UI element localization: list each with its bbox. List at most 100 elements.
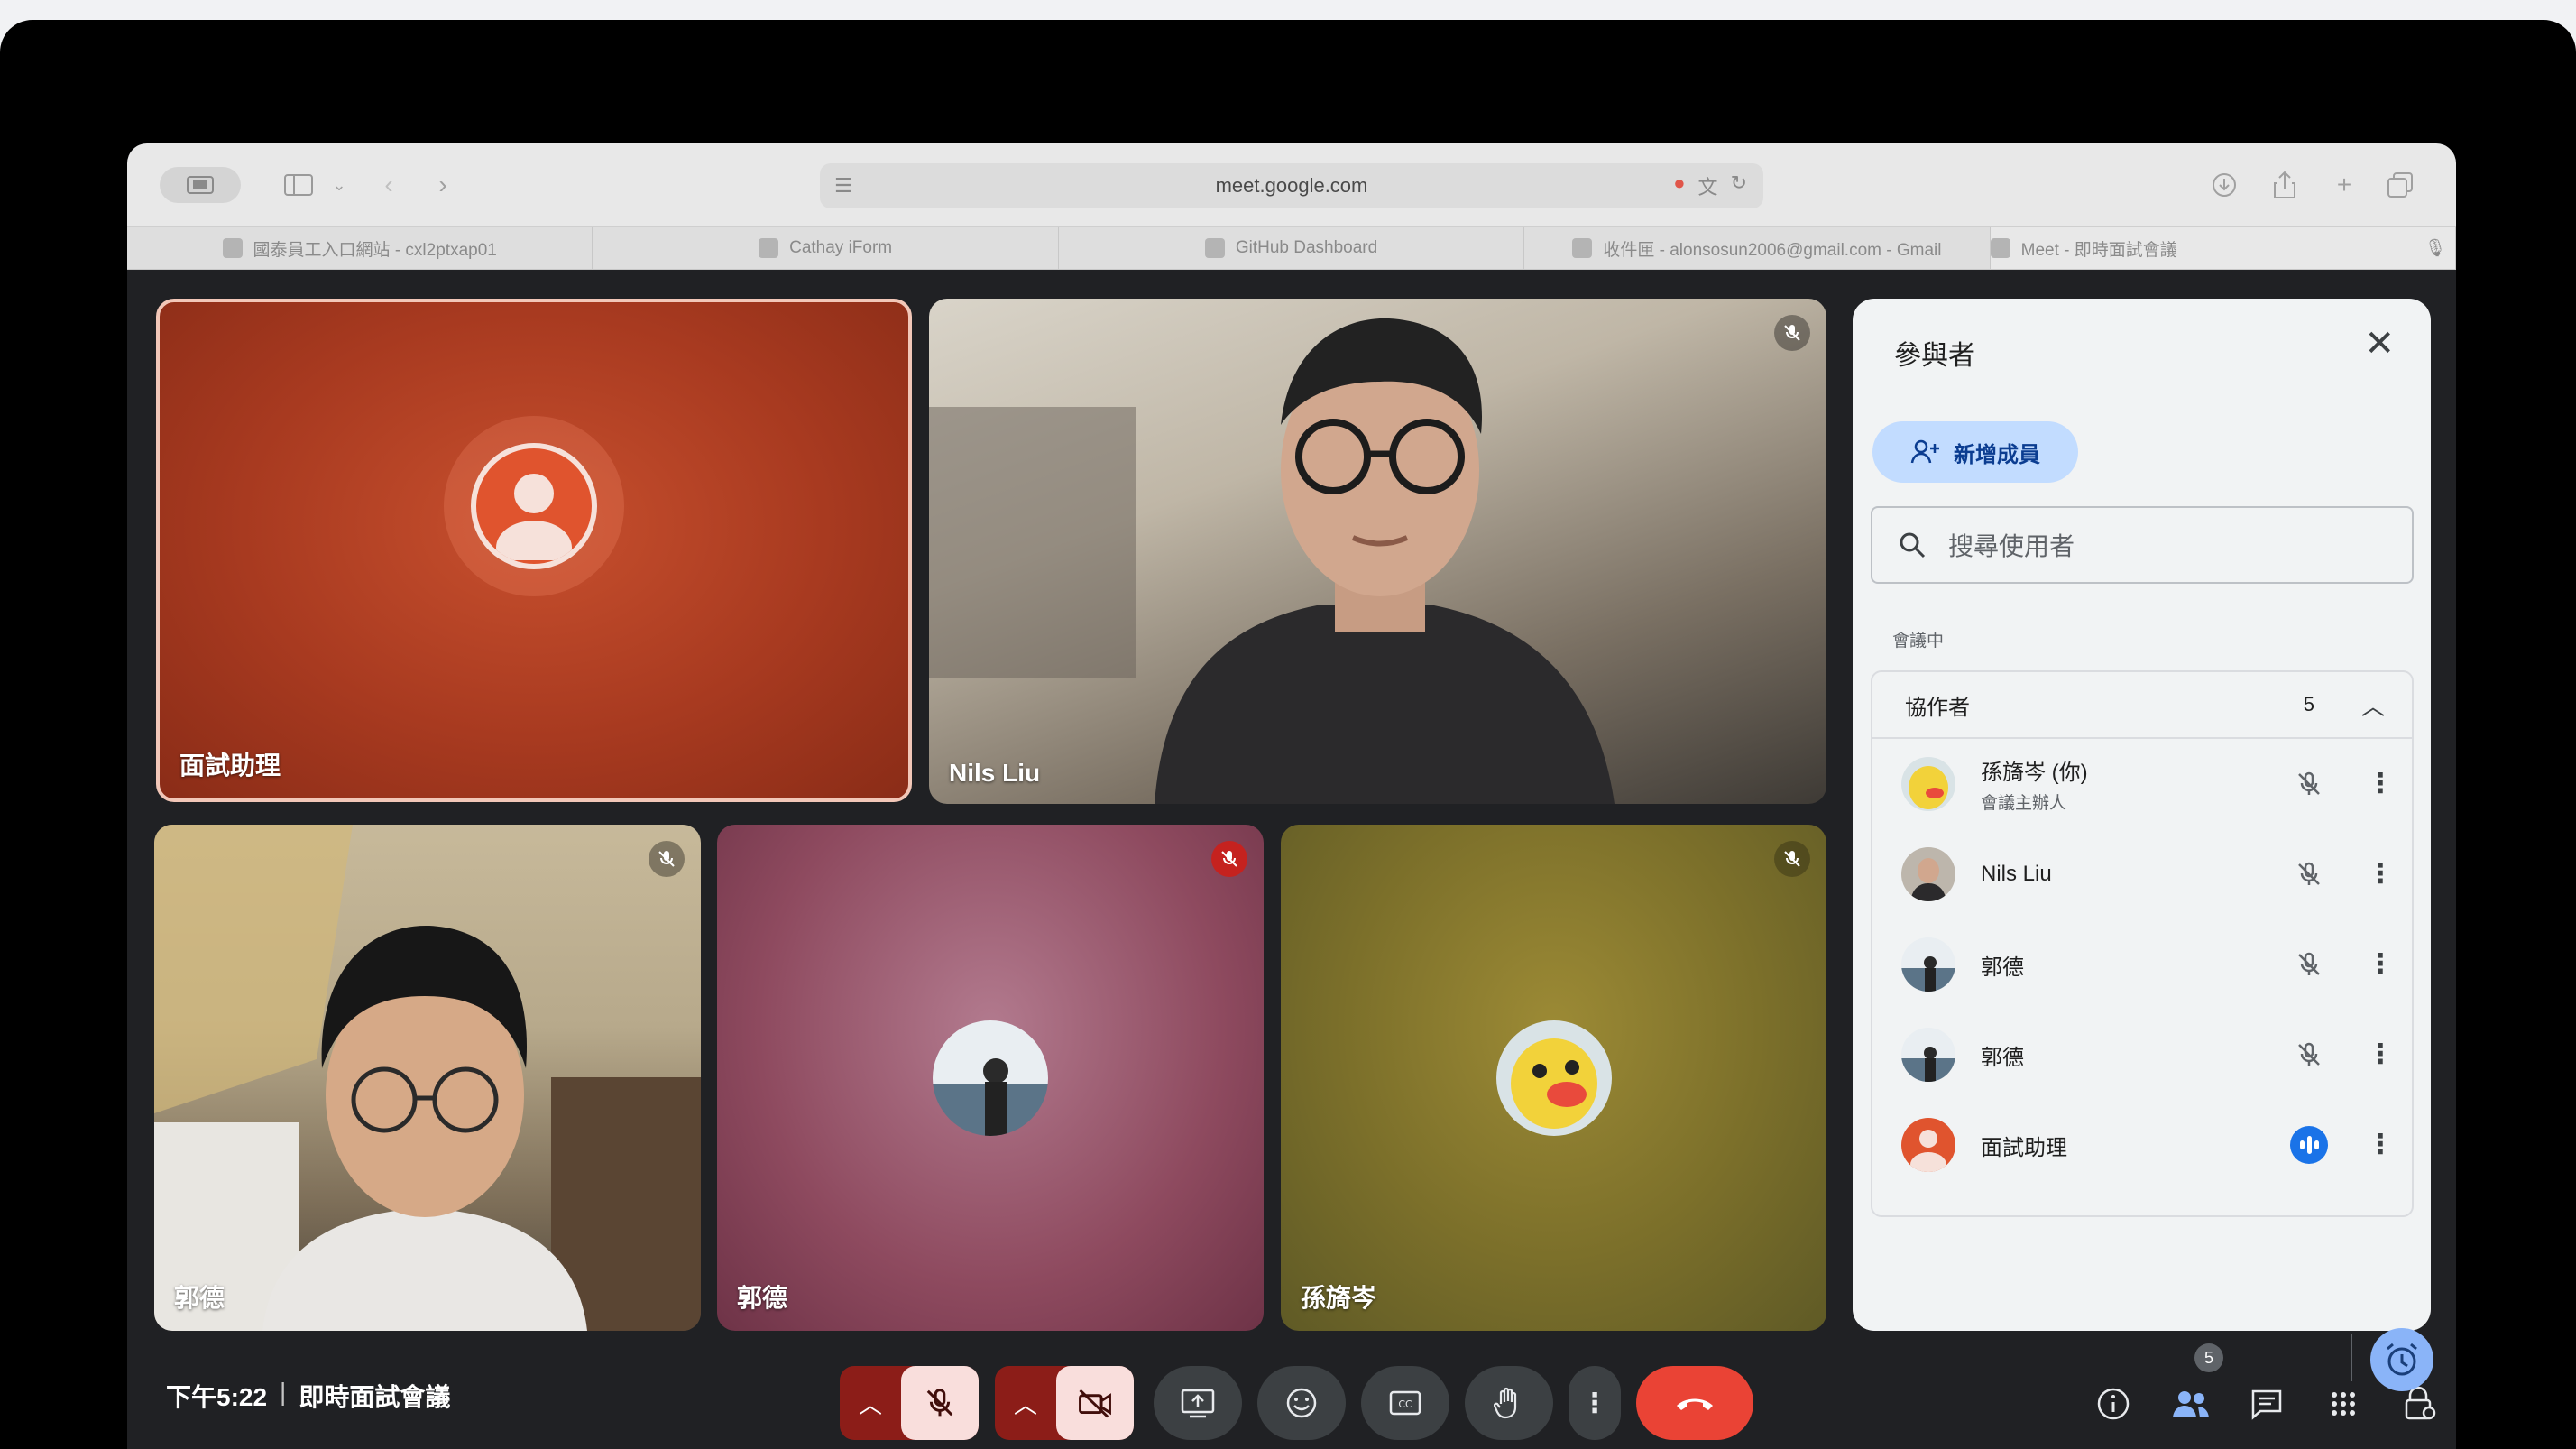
- panel-title: 參與者: [1894, 341, 1975, 371]
- url-text: meet.google.com: [1215, 174, 1368, 197]
- video-tile-guo-avatar[interactable]: 郭德: [717, 825, 1264, 1331]
- video-tile-sun[interactable]: 孫旖岑: [1281, 825, 1826, 1331]
- meet-icon: [1990, 238, 2010, 258]
- add-member-button[interactable]: 新增成員: [1872, 421, 2078, 483]
- end-call-button[interactable]: [1636, 1366, 1753, 1440]
- mic-off-icon[interactable]: [2287, 762, 2331, 806]
- more-options-icon[interactable]: ⋮: [2367, 1131, 2394, 1158]
- meeting-info: 下午5:22 | 即時面試會議: [166, 1378, 450, 1414]
- browser-tab[interactable]: 收件匣 - alonsosun2006@gmail.com - Gmail: [1524, 227, 1991, 269]
- captions-button[interactable]: CC: [1361, 1366, 1449, 1440]
- tab-label: GitHub Dashboard: [1235, 238, 1378, 257]
- raise-hand-button[interactable]: [1465, 1366, 1553, 1440]
- mic-off-icon: [926, 1389, 953, 1417]
- more-options-icon[interactable]: ⋮: [2367, 1041, 2394, 1068]
- video-tile-nils[interactable]: Nils Liu: [929, 299, 1826, 804]
- mic-off-icon[interactable]: [2287, 853, 2331, 896]
- tab-overview-button[interactable]: [160, 167, 241, 203]
- browser-tab[interactable]: GitHub Dashboard: [1059, 227, 1525, 269]
- mic-toggle-button[interactable]: [901, 1366, 979, 1440]
- alarm-clock-icon: [2387, 1343, 2417, 1376]
- chat-icon[interactable]: [2247, 1384, 2286, 1424]
- back-icon[interactable]: ‹: [375, 167, 402, 203]
- browser-toolbar: ⌄ ‹ › ☰ meet.google.com ● 文 ↻ +: [127, 143, 2456, 226]
- screen-frame: ⌄ ‹ › ☰ meet.google.com ● 文 ↻ + 國泰員工入口網站…: [0, 20, 2576, 1449]
- tab-label: 國泰員工入口網站 - cxl2ptxap01: [253, 240, 497, 260]
- page-settings-icon[interactable]: ☰: [834, 174, 852, 198]
- participant-video: [929, 318, 1615, 804]
- github-icon: [1204, 238, 1225, 258]
- participant-row[interactable]: Nils Liu ⋮: [1872, 829, 2412, 919]
- profile-photo: [1495, 1020, 1612, 1136]
- more-options-icon[interactable]: ⋮: [2367, 951, 2394, 978]
- close-icon[interactable]: ✕: [2364, 326, 2395, 362]
- people-icon[interactable]: [2171, 1384, 2211, 1424]
- tile-name: 郭德: [737, 1284, 788, 1312]
- activities-grid-icon[interactable]: [2323, 1384, 2363, 1424]
- tile-name: Nils Liu: [949, 759, 1041, 787]
- meeting-title: 即時面試會議: [299, 1383, 451, 1411]
- reload-icon[interactable]: ↻: [1731, 171, 1747, 200]
- participant-video: [154, 825, 701, 1331]
- more-options-icon[interactable]: ⋮: [2367, 771, 2394, 798]
- mic-off-icon[interactable]: [2287, 1033, 2331, 1076]
- mic-off-icon: [1774, 841, 1810, 877]
- activity-timer-button[interactable]: [2370, 1328, 2433, 1391]
- participant-row[interactable]: 面試助理 ⋮: [1872, 1100, 2412, 1190]
- forward-icon[interactable]: ›: [429, 167, 456, 203]
- mic-off-icon[interactable]: [2287, 943, 2331, 986]
- profile-photo: [933, 1020, 1048, 1136]
- participant-name: 郭德: [1981, 955, 2024, 980]
- browser-window: ⌄ ‹ › ☰ meet.google.com ● 文 ↻ + 國泰員工入口網站…: [127, 143, 2456, 1449]
- camera-toggle-button[interactable]: [1056, 1366, 1134, 1440]
- speaking-indicator-icon: [2287, 1123, 2331, 1167]
- participant-row[interactable]: 郭德 ⋮: [1872, 919, 2412, 1010]
- tab-label: 收件匣 - alonsosun2006@gmail.com - Gmail: [1603, 240, 1942, 260]
- more-options-button[interactable]: ⋮: [1569, 1366, 1621, 1440]
- svg-text:CC: CC: [1398, 1398, 1412, 1410]
- captions-icon: CC: [1389, 1390, 1421, 1416]
- new-tab-icon[interactable]: +: [2326, 167, 2362, 203]
- share-icon[interactable]: [2267, 167, 2303, 203]
- meeting-details-icon[interactable]: [2093, 1384, 2133, 1424]
- chevron-down-icon[interactable]: ⌄: [330, 167, 348, 203]
- meet-stage: 面試助理 Nils Liu 郭德 郭德 孫旖岑 參與者 ✕ 新增成員 搜尋使用者…: [127, 270, 2456, 1449]
- tab-strip: 國泰員工入口網站 - cxl2ptxap01 Cathay iForm GitH…: [127, 226, 2456, 270]
- video-options-caret-icon[interactable]: ︿: [995, 1387, 1056, 1420]
- camera-off-icon: [1079, 1389, 1111, 1418]
- default-avatar-icon: [1901, 1118, 1955, 1172]
- browser-tab[interactable]: Cathay iForm: [593, 227, 1059, 269]
- download-icon[interactable]: [2206, 167, 2242, 203]
- video-control: ︿: [995, 1366, 1134, 1440]
- group-header[interactable]: 協作者 5 ︿: [1872, 672, 2412, 739]
- tile-name: 面試助理: [179, 752, 281, 780]
- browser-tab[interactable]: 國泰員工入口網站 - cxl2ptxap01: [127, 227, 593, 269]
- reactions-button[interactable]: [1257, 1366, 1346, 1440]
- participant-row[interactable]: 孫旖岑 (你) 會議主辦人 ⋮: [1872, 739, 2412, 829]
- audio-options-caret-icon[interactable]: ︿: [840, 1387, 901, 1420]
- participant-name: 郭德: [1981, 1045, 2024, 1070]
- sidebar-icon[interactable]: [281, 167, 317, 203]
- mic-off-icon: [1211, 841, 1247, 877]
- participant-row[interactable]: 郭德 ⋮: [1872, 1010, 2412, 1100]
- video-tile-guo-camera[interactable]: 郭德: [154, 825, 701, 1331]
- avatar: [1901, 1028, 1955, 1082]
- search-icon: [1900, 532, 1926, 558]
- microphone-indicator-icon: 🎙: [2424, 239, 2447, 258]
- video-tile-assistant[interactable]: 面試助理: [156, 299, 912, 802]
- avatar: [1901, 847, 1955, 901]
- tab-label: Cathay iForm: [789, 238, 893, 257]
- search-input[interactable]: 搜尋使用者: [1871, 506, 2414, 584]
- site-icon: [759, 238, 779, 258]
- control-bar: 下午5:22 | 即時面試會議 ︿ ︿ CC ⋮ 5: [127, 1334, 2456, 1449]
- translate-icon[interactable]: 文: [1698, 171, 1718, 200]
- add-person-icon: [1910, 439, 1939, 464]
- audio-control: ︿: [840, 1366, 979, 1440]
- address-bar[interactable]: ☰ meet.google.com ● 文 ↻: [820, 163, 1763, 208]
- tab-overview-icon[interactable]: [2382, 167, 2418, 203]
- browser-tab-active[interactable]: Meet - 即時面試會議 🎙: [1990, 227, 2456, 269]
- chevron-up-icon[interactable]: ︿: [2361, 688, 2385, 722]
- gmail-icon: [1572, 238, 1593, 258]
- present-screen-button[interactable]: [1154, 1366, 1242, 1440]
- more-options-icon[interactable]: ⋮: [2367, 861, 2394, 888]
